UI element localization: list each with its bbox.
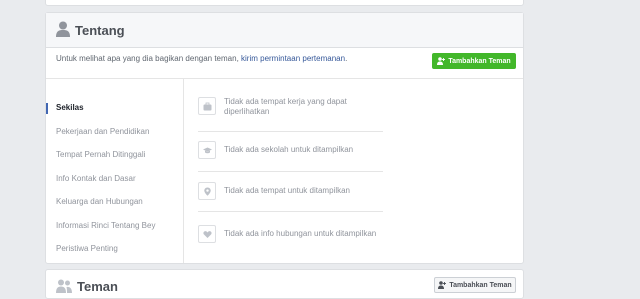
nav-item-work-education[interactable]: Pekerjaan dan Pendidikan [56,127,149,136]
overview-work-line2: diperlihatkan [224,107,270,116]
overview-work: Tidak ada tempat kerja yang dapat diperl… [198,91,383,132]
add-friend-label: Tambahkan Teman [448,57,511,65]
heart-icon [198,225,216,243]
nav-item-details-about[interactable]: Informasi Rinci Tentang Bey [56,221,155,230]
previous-card-edge [45,0,524,6]
about-nav: Sekilas Pekerjaan dan Pendidikan Tempat … [46,79,184,263]
person-icon [56,21,70,37]
overview-school-text: Tidak ada sekolah untuk ditampilkan [224,145,354,154]
overview-places-text: Tidak ada tempat untuk ditampilkan [224,186,350,195]
intro-text-body: Untuk melihat apa yang dia bagikan denga… [56,54,242,63]
nav-item-contact-basic-info[interactable]: Info Kontak dan Dasar [56,174,136,183]
add-friend-icon [437,57,446,65]
about-title: Tentang [75,23,125,38]
graduation-cap-icon [198,141,216,159]
briefcase-icon [198,97,216,115]
active-nav-indicator [46,103,48,114]
overview-work-line1: Tidak ada tempat kerja yang dapat [224,97,347,106]
nav-item-life-events[interactable]: Peristiwa Penting [56,244,118,253]
nav-item-places-lived[interactable]: Tempat Pernah Ditinggali [56,150,145,159]
about-header: Tentang [46,13,523,48]
overview-places: Tidak ada tempat untuk ditampilkan [198,171,383,212]
friends-card: Teman Tambahkan Teman [45,269,524,299]
friends-add-friend-label: Tambahkan Teman [449,281,512,289]
overview-relationship: Tidak ada info hubungan untuk ditampilka… [198,211,383,251]
add-friend-icon [438,281,447,289]
nav-item-family-relationships[interactable]: Keluarga dan Hubungan [56,197,143,206]
location-pin-icon [198,182,216,200]
intro-text: Untuk melihat apa yang dia bagikan denga… [56,54,426,63]
nav-item-overview[interactable]: Sekilas [56,103,84,112]
overview-work-text: Tidak ada tempat kerja yang dapat diperl… [224,97,347,117]
about-card: Tentang Untuk melihat apa yang dia bagik… [45,12,524,264]
overview-relationship-text: Tidak ada info hubungan untuk ditampilka… [224,229,377,238]
add-friend-button[interactable]: Tambahkan Teman [432,53,516,69]
overview-school: Tidak ada sekolah untuk ditampilkan [198,131,383,172]
friends-title: Teman [77,279,118,294]
intro-text-end: . [345,54,348,63]
send-friend-request-link[interactable]: kirim permintaan pertemanan [241,54,345,63]
